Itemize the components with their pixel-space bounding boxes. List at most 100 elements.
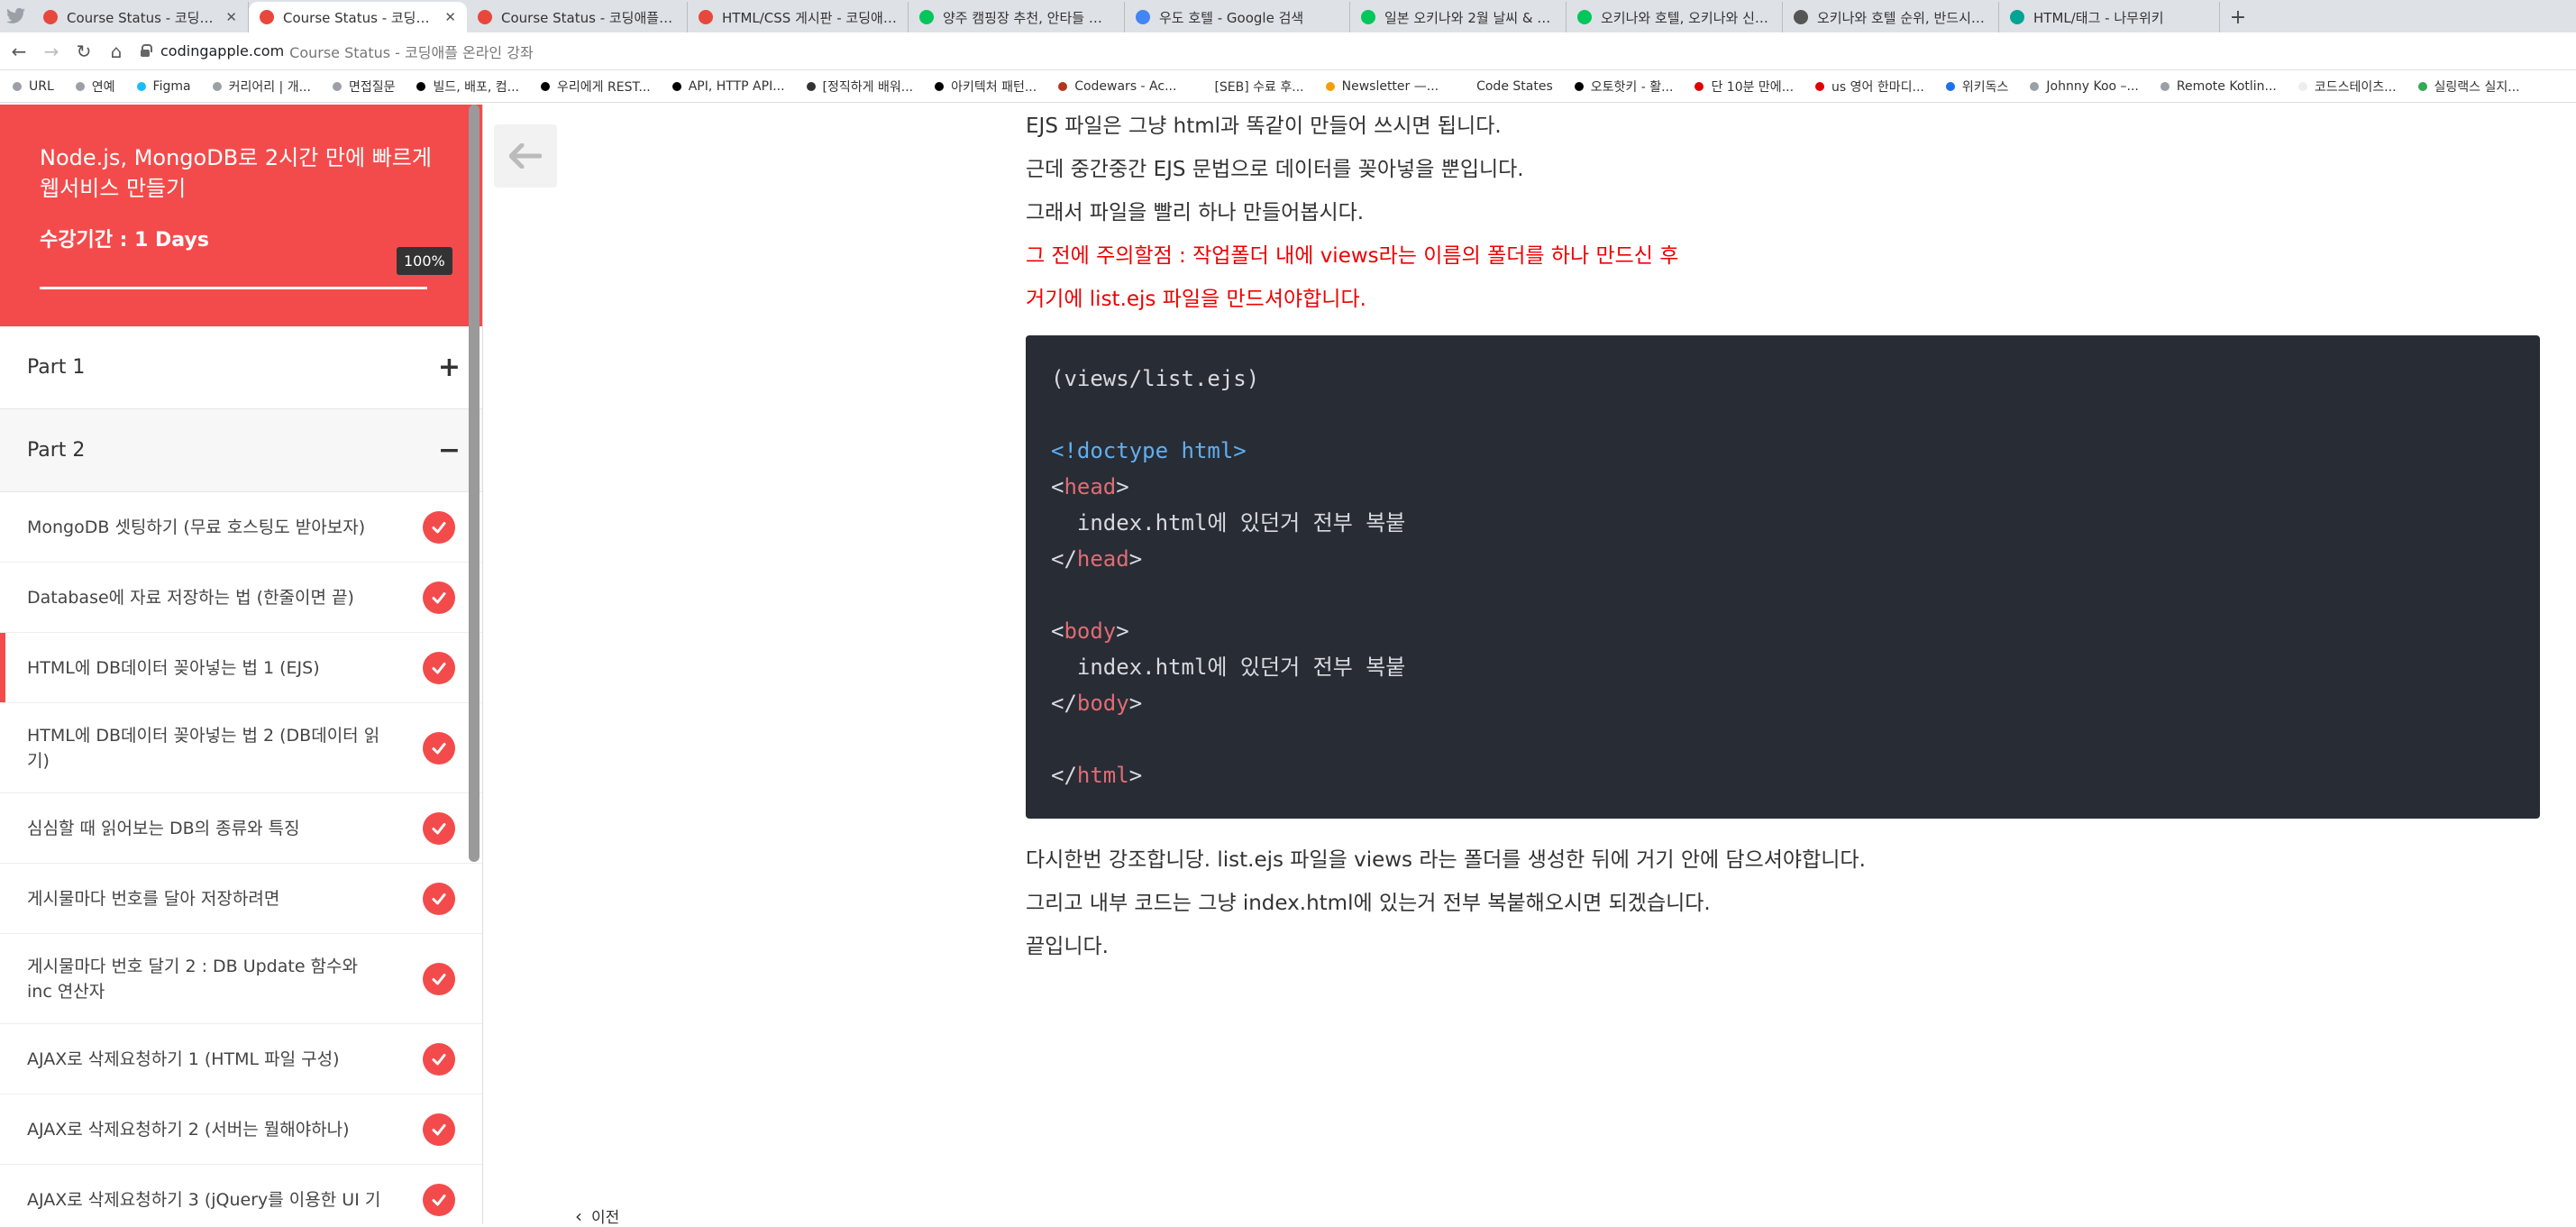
bookmark-favicon-icon [2030,81,2040,91]
bookmark-label: 위키독스 [1961,79,2009,95]
lesson-item[interactable]: 게시물마다 번호를 달아 저장하려면 [0,864,482,934]
browser-tab[interactable]: 오키나와 호텔 순위, 반드시 묵어 [1783,2,1999,32]
browser-tab[interactable]: Course Status - 코딩애플 온라인 [467,2,688,32]
favicon-icon [260,10,274,24]
bookmark-favicon-icon [1325,81,1335,91]
lesson-item[interactable]: AJAX로 삭제요청하기 2 (서버는 뭘해야하나) [0,1094,482,1165]
bookmark-item[interactable]: 아키텍처 패턴... [935,78,1037,96]
minus-icon[interactable]: − [438,435,461,466]
bookmark-item[interactable]: [정직하게 배워... [806,78,913,96]
bookmark-item[interactable]: API, HTTP API... [671,79,785,94]
part-2-header[interactable]: Part 2 − [0,409,482,492]
completed-check-icon [423,1113,455,1146]
bookmark-favicon-icon [806,81,816,91]
bookmark-favicon-icon [1815,81,1825,91]
browser-tab[interactable]: 양주 캠핑장 추천, 안타들 캠핑 [909,2,1125,32]
lesson-title: Database에 자료 저장하는 법 (한줄이면 끝) [27,587,354,608]
progress-badge: 100% [397,247,452,275]
browser-tab[interactable]: 우도 호텔 - Google 검색 [1125,2,1350,32]
close-tab-icon[interactable]: ✕ [437,9,456,25]
browser-tab[interactable]: HTML/CSS 게시판 - 코딩애플 온 [688,2,909,32]
bookmark-item[interactable]: 우리에게 REST... [541,78,651,96]
tab-title: HTML/태그 - 나무위키 [2033,9,2164,26]
browser-tab[interactable]: 일본 오키나와 2월 날씨 & 여행 [1350,2,1567,32]
favicon-icon [1577,10,1592,24]
progress-fill [40,287,427,289]
bookmark-label: us 영어 한마디... [1832,79,1924,95]
previous-lesson-link[interactable]: ‹ 이전 [575,1204,619,1227]
code-token: (views/list.ejs) [1051,366,1260,391]
bookmark-item[interactable]: us 영어 한마디... [1815,78,1924,96]
course-title: Node.js, MongoDB로 2시간 만에 빠르게 웹서비스 만들기 [40,145,432,201]
lesson-item[interactable]: HTML에 DB데이터 꽂아넣는 법 1 (EJS) [0,633,482,703]
favicon-icon [1794,10,1808,24]
code-token: > [1128,763,1143,788]
bookmark-item[interactable]: Johnny Koo –... [2030,78,2139,94]
lock-icon [141,43,152,57]
back-arrow-icon[interactable]: ← [5,41,32,62]
bookmark-item[interactable]: 실링랙스 실지... [2417,78,2520,96]
lesson-item[interactable]: AJAX로 삭제요청하기 3 (jQuery를 이용한 UI 기 [0,1165,482,1224]
bookmark-item[interactable]: 연예 [75,78,115,96]
tab-title: 오키나와 호텔 순위, 반드시 묵어 [1817,9,1987,26]
part-1-header[interactable]: Part 1 + [0,326,482,409]
lesson-item[interactable]: HTML에 DB데이터 꽂아넣는 법 2 (DB데이터 읽기) [0,703,482,793]
twitter-icon[interactable] [0,0,32,32]
lesson-item[interactable]: 게시물마다 번호 달기 2 : DB Update 함수와 inc 연산자 [0,934,482,1024]
code-token: <!doctype html> [1051,438,1247,463]
bookmark-favicon-icon [1574,81,1584,91]
lesson-item[interactable]: 심심할 때 읽어보는 DB의 종류와 특징 [0,793,482,864]
browser-tab[interactable]: HTML/태그 - 나무위키 [1999,2,2220,32]
home-icon[interactable]: ⌂ [103,41,130,62]
bookmark-item[interactable]: [SEB] 수료 후... [1198,78,1304,96]
sidebar-scrollbar[interactable] [469,105,480,862]
bookmark-item[interactable]: 면접질문 [332,78,395,96]
collapse-sidebar-button[interactable] [494,124,557,188]
favicon-icon [478,10,492,24]
lesson-title: MongoDB 셋팅하기 (무료 호스팅도 받아보자) [27,517,366,537]
url-input[interactable]: codingapple.com Course Status - 코딩애플 온라인… [141,41,534,62]
bookmark-item[interactable]: Codewars - Ac... [1058,79,1176,94]
close-tab-icon[interactable]: ✕ [218,9,237,25]
bookmark-item[interactable]: Remote Kotlin... [2160,79,2277,94]
bookmark-item[interactable]: URL [13,79,54,94]
bookmark-item[interactable]: 빌드, 배포, 컴... [416,78,519,96]
browser-tab[interactable]: 오키나와 호텔, 오키나와 신혼여 [1567,2,1783,32]
browser-tab[interactable]: Course Status - 코딩애플 온✕ [32,2,249,32]
new-tab-button[interactable]: + [2220,2,2256,32]
bookmark-label: 연예 [91,79,115,95]
bookmark-label: Codewars - Ac... [1074,78,1177,94]
notice-paragraph: 거기에 list.ejs 파일을 만드셔야합니다. [1026,288,1366,311]
lesson-list: MongoDB 셋팅하기 (무료 호스팅도 받아보자) Database에 자료 … [0,492,482,1224]
bookmark-item[interactable]: 코드스테이츠... [2297,78,2397,96]
reload-icon[interactable]: ↻ [70,41,97,62]
lesson-item[interactable]: Database에 자료 저장하는 법 (한줄이면 끝) [0,563,482,633]
bookmark-label: Remote Kotlin... [2176,78,2277,94]
lesson-title: AJAX로 삭제요청하기 3 (jQuery를 이용한 UI 기 [27,1189,381,1210]
lesson-item[interactable]: AJAX로 삭제요청하기 1 (HTML 파일 구성) [0,1024,482,1094]
code-line: <!doctype html> [1051,433,2515,469]
code-line: index.html에 있던거 전부 복붙 [1051,505,2515,541]
bookmark-favicon-icon [1460,81,1470,91]
paragraph: 그리고 내부 코드는 그냥 index.html에 있는거 전부 복붙해오시면 … [1026,892,1711,915]
code-token: > [1128,691,1143,716]
bookmark-item[interactable]: Newsletter —... [1325,79,1439,94]
lesson-item[interactable]: MongoDB 셋팅하기 (무료 호스팅도 받아보자) [0,492,482,563]
code-token: > [1116,474,1129,499]
part-label: Part 1 [27,356,86,379]
bookmark-favicon-icon [332,81,342,91]
bookmark-item[interactable]: 커리어리 | 개... [212,78,311,96]
bookmark-item[interactable]: 오토핫키 - 활... [1574,78,1673,96]
bookmark-item[interactable]: Code States [1460,79,1553,94]
forward-arrow-icon[interactable]: → [38,41,65,62]
plus-icon[interactable]: + [438,352,461,383]
bookmark-item[interactable]: 위키독스 [1945,78,2009,96]
code-line: <body> [1051,613,2515,649]
favicon-icon [43,10,58,24]
bookmark-item[interactable]: Figma [136,79,191,94]
bookmark-label: Johnny Koo –... [2046,78,2139,94]
lesson-title: AJAX로 삭제요청하기 1 (HTML 파일 구성) [27,1048,340,1069]
bookmark-item[interactable]: 단 10분 만에... [1694,78,1794,96]
browser-tab[interactable]: Course Status - 코딩애플 온라인✕ [249,2,467,32]
paragraph: 다시한번 강조합니당. list.ejs 파일을 views 라는 폴더를 생성… [1026,848,1866,872]
